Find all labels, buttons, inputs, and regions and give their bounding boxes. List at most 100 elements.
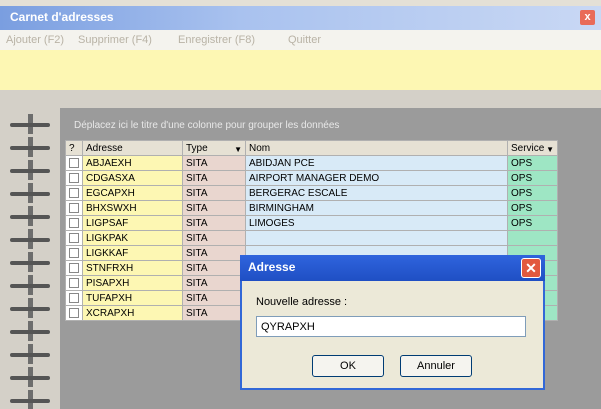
cell-type[interactable]: SITA	[182, 290, 246, 306]
column-header-type[interactable]: Type ▼	[182, 140, 246, 156]
spiral-ring	[10, 275, 50, 295]
dialog-title-text: Adresse	[248, 260, 296, 274]
spiral-ring	[10, 390, 50, 409]
cell-type[interactable]: SITA	[182, 305, 246, 321]
cell-nom[interactable]: LIMOGES	[245, 215, 508, 231]
spiral-ring	[10, 298, 50, 318]
cell-type[interactable]: SITA	[182, 215, 246, 231]
cell-nom[interactable]: ABIDJAN PCE	[245, 155, 508, 171]
cell-adresse[interactable]: EGCAPXH	[82, 185, 183, 201]
window-title: Carnet d'adresses	[10, 10, 114, 24]
cell-type[interactable]: SITA	[182, 170, 246, 186]
separator-band	[0, 90, 601, 108]
row-checkbox[interactable]	[69, 217, 79, 228]
cell-check[interactable]	[65, 230, 83, 246]
cell-check[interactable]	[65, 185, 83, 201]
cell-type[interactable]: SITA	[182, 260, 246, 276]
row-checkbox[interactable]	[69, 247, 79, 258]
cell-service[interactable]: OPS	[507, 215, 558, 231]
row-checkbox[interactable]	[69, 172, 79, 183]
row-checkbox[interactable]	[69, 232, 79, 243]
cell-adresse[interactable]: CDGASXA	[82, 170, 183, 186]
cell-type[interactable]: SITA	[182, 275, 246, 291]
row-checkbox[interactable]	[69, 187, 79, 198]
cell-nom[interactable]	[245, 230, 508, 246]
row-checkbox[interactable]	[69, 262, 79, 273]
menu-save[interactable]: Enregistrer (F8)	[178, 34, 255, 46]
cell-adresse[interactable]: STNFRXH	[82, 260, 183, 276]
cell-adresse[interactable]: PISAPXH	[82, 275, 183, 291]
cell-nom[interactable]: AIRPORT MANAGER DEMO	[245, 170, 508, 186]
column-header-service[interactable]: Service ▼	[507, 140, 558, 156]
menu-delete[interactable]: Supprimer (F4)	[78, 34, 152, 46]
spiral-binding	[0, 108, 60, 409]
spiral-ring	[10, 344, 50, 364]
cell-adresse[interactable]: XCRAPXH	[82, 305, 183, 321]
row-checkbox[interactable]	[69, 292, 79, 303]
toolbar-area	[0, 50, 601, 90]
cell-type[interactable]: SITA	[182, 155, 246, 171]
cell-service[interactable]: OPS	[507, 200, 558, 216]
row-checkbox[interactable]	[69, 202, 79, 213]
menu-bar: Ajouter (F2) Supprimer (F4) Enregistrer …	[0, 30, 601, 50]
table-row[interactable]: ABJAEXH SITA ABIDJAN PCE OPS	[65, 155, 558, 171]
menu-quit[interactable]: Quitter	[288, 34, 321, 46]
menu-add[interactable]: Ajouter (F2)	[6, 34, 64, 46]
cell-type[interactable]: SITA	[182, 230, 246, 246]
table-row[interactable]: EGCAPXH SITA BERGERAC ESCALE OPS	[65, 185, 558, 201]
cell-check[interactable]	[65, 260, 83, 276]
spiral-ring	[10, 114, 50, 134]
close-icon[interactable]: ✕	[521, 258, 541, 278]
cell-service[interactable]: OPS	[507, 185, 558, 201]
spiral-ring	[10, 137, 50, 157]
column-header-check[interactable]: ?	[65, 140, 83, 156]
cell-check[interactable]	[65, 305, 83, 321]
cell-type[interactable]: SITA	[182, 245, 246, 261]
new-address-label: Nouvelle adresse :	[256, 296, 348, 308]
table-row[interactable]: LIGKPAK SITA	[65, 230, 558, 246]
column-header-type-label: Type	[186, 142, 208, 154]
table-row[interactable]: LIGPSAF SITA LIMOGES OPS	[65, 215, 558, 231]
spiral-ring	[10, 160, 50, 180]
cell-service[interactable]: OPS	[507, 155, 558, 171]
cell-service[interactable]: OPS	[507, 170, 558, 186]
cell-check[interactable]	[65, 215, 83, 231]
group-by-hint[interactable]: Déplacez ici le titre d'une colonne pour…	[66, 108, 596, 140]
cell-adresse[interactable]: ABJAEXH	[82, 155, 183, 171]
cell-adresse[interactable]: LIGPSAF	[82, 215, 183, 231]
spiral-ring	[10, 183, 50, 203]
spiral-ring	[10, 321, 50, 341]
adresse-dialog: Adresse ✕ Nouvelle adresse : OK Annuler	[240, 255, 545, 390]
cell-nom[interactable]: BIRMINGHAM	[245, 200, 508, 216]
cell-service[interactable]	[507, 230, 558, 246]
cell-check[interactable]	[65, 245, 83, 261]
cell-nom[interactable]: BERGERAC ESCALE	[245, 185, 508, 201]
spiral-ring	[10, 229, 50, 249]
spiral-ring	[10, 252, 50, 272]
cell-check[interactable]	[65, 155, 83, 171]
dropdown-arrow-icon[interactable]: ▼	[546, 145, 554, 154]
cell-check[interactable]	[65, 290, 83, 306]
close-icon[interactable]: x	[580, 10, 595, 25]
column-header-adresse[interactable]: Adresse	[82, 140, 183, 156]
row-checkbox[interactable]	[69, 307, 79, 318]
new-address-input[interactable]	[256, 316, 526, 337]
cell-adresse[interactable]: BHXSWXH	[82, 200, 183, 216]
column-header-nom[interactable]: Nom	[245, 140, 508, 156]
cell-check[interactable]	[65, 200, 83, 216]
cell-adresse[interactable]: LIGKKAF	[82, 245, 183, 261]
table-row[interactable]: CDGASXA SITA AIRPORT MANAGER DEMO OPS	[65, 170, 558, 186]
dropdown-arrow-icon[interactable]: ▼	[234, 145, 242, 154]
row-checkbox[interactable]	[69, 157, 79, 168]
cell-type[interactable]: SITA	[182, 200, 246, 216]
cell-adresse[interactable]: LIGKPAK	[82, 230, 183, 246]
address-book-window: Carnet d'adresses x Ajouter (F2) Supprim…	[0, 0, 601, 409]
row-checkbox[interactable]	[69, 277, 79, 288]
ok-button[interactable]: OK	[312, 355, 384, 377]
table-row[interactable]: BHXSWXH SITA BIRMINGHAM OPS	[65, 200, 558, 216]
cell-type[interactable]: SITA	[182, 185, 246, 201]
cell-check[interactable]	[65, 170, 83, 186]
cancel-button[interactable]: Annuler	[400, 355, 472, 377]
cell-check[interactable]	[65, 275, 83, 291]
cell-adresse[interactable]: TUFAPXH	[82, 290, 183, 306]
